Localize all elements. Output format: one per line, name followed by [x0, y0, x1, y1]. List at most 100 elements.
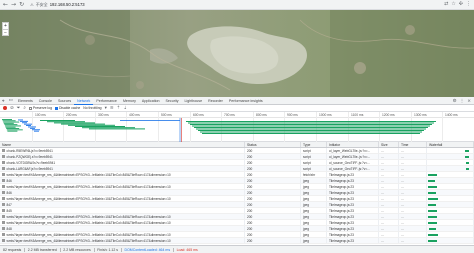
tab-application[interactable]: Application — [139, 97, 163, 105]
tab-recorder[interactable]: Recorder — [205, 97, 226, 105]
more-icon[interactable]: ⋮ — [460, 99, 465, 104]
cell-name: wmts?layer=test%3Amerge_res_4&tilematrix… — [0, 184, 245, 189]
zoom-out-button[interactable]: − — [3, 29, 8, 36]
chevron-down-icon[interactable]: ▾ — [105, 106, 107, 111]
checkbox-unchecked[interactable] — [28, 106, 32, 110]
request-name[interactable]: wmts?layer=test%3Amerge_res_4&tilematrix… — [7, 197, 171, 201]
overview-bar — [5, 125, 21, 127]
request-name[interactable]: 848 — [7, 227, 12, 231]
preserve-log-checkbox[interactable]: Preserve log — [28, 106, 52, 110]
extensions-icon[interactable]: ✣ — [459, 1, 463, 7]
request-name[interactable]: wmts?layer=test%3Amerge_res_4&tilematrix… — [7, 173, 171, 177]
cell-status: 200 — [245, 148, 301, 153]
disable-cache-checkbox[interactable]: Disable cache — [54, 106, 80, 110]
inspect-icon[interactable]: ⌖ — [2, 98, 5, 104]
waterfall-bar — [428, 204, 436, 206]
insecure-icon[interactable]: ⚠ — [30, 2, 34, 7]
timeline-tick-label: 300 ms — [98, 112, 109, 117]
search-icon[interactable]: ⌕ — [23, 105, 26, 111]
divider — [121, 247, 122, 252]
cell-time: ... — [399, 148, 427, 153]
tab-network[interactable]: Network — [74, 97, 94, 105]
cell-status: 200 — [245, 160, 301, 165]
cell-init: Tilelmageop.js:23 — [327, 208, 379, 213]
overview-bar — [120, 120, 180, 121]
device-toolbar-icon[interactable]: ▭ — [9, 98, 13, 103]
throttling-select[interactable]: No throttling — [83, 106, 101, 110]
forward-icon[interactable]: → — [11, 1, 16, 8]
cell-type: script — [301, 154, 327, 159]
col-name[interactable]: Name — [0, 142, 245, 147]
network-overview[interactable]: 100 ms 200 ms 300 ms 400 ms 500 ms 600 ms 700 … — [0, 112, 474, 142]
cell-waterfall — [427, 208, 474, 213]
filter-icon[interactable]: ⏷ — [17, 105, 21, 111]
request-name[interactable]: 846 — [7, 191, 12, 195]
cell-init: Tilelmageop.js:23 — [327, 232, 379, 237]
overview-bar — [6, 128, 20, 129]
cell-type: jpeg — [301, 208, 327, 213]
nav-buttons: ← → ↻ — [3, 1, 24, 8]
tab-performance[interactable]: Performance — [93, 97, 120, 105]
overview-bar — [68, 124, 115, 126]
file-icon — [2, 233, 5, 237]
request-name[interactable]: wmts?layer=test%3Amerge_res_4&tilematrix… — [7, 221, 171, 225]
url-text[interactable]: 192.168.50.2:5173 — [50, 2, 85, 7]
overview-bar — [198, 130, 424, 131]
request-name[interactable]: chunk-R5EWR6Ljs?v=9eeb5941 — [7, 149, 53, 153]
cell-status: 200 — [245, 178, 301, 183]
translate-icon[interactable]: ⇄ — [444, 1, 448, 7]
request-name[interactable]: chunk-LARG6AF.js?v=9eeb5941 — [7, 167, 53, 171]
map-canvas[interactable]: + − — [0, 10, 474, 97]
col-type[interactable]: Type — [301, 142, 327, 147]
tab-memory[interactable]: Memory — [120, 97, 139, 105]
tab-console[interactable]: Console — [36, 97, 55, 105]
cell-init: Tilelmageop.js:23 — [327, 226, 379, 231]
col-status[interactable]: Status — [245, 142, 301, 147]
tab-security[interactable]: Security — [163, 97, 182, 105]
back-icon[interactable]: ← — [3, 1, 8, 8]
request-name[interactable]: chunk-VOTDGBWJs?v=9eeb5941 — [7, 161, 56, 165]
col-waterfall[interactable]: Waterfall — [427, 142, 474, 147]
col-size[interactable]: Size — [379, 142, 399, 147]
tab-sources[interactable]: Sources — [55, 97, 74, 105]
reload-icon[interactable]: ↻ — [19, 1, 24, 8]
col-time[interactable]: Time — [399, 142, 427, 147]
cell-init: Tilelmageop.js:23 — [327, 238, 379, 243]
menu-icon[interactable]: ⋮ — [466, 1, 471, 7]
request-name[interactable]: wmts?layer=test%3Amerge_res_4&tilematrix… — [7, 215, 171, 219]
clear-icon[interactable]: ⊘ — [10, 106, 14, 111]
request-name[interactable]: 845 — [7, 209, 12, 213]
cell-name: 845 — [0, 208, 245, 213]
upload-icon[interactable]: ⇡ — [117, 106, 121, 111]
tab-performance-insights[interactable]: Performance insights — [226, 97, 266, 105]
request-name[interactable]: wmts?layer=test%3Amerge_res_4&tilematrix… — [7, 185, 171, 189]
col-initiator[interactable]: Initiator — [327, 142, 379, 147]
overview-bar — [75, 126, 125, 127]
address-bar[interactable]: ⚠ 不安全 192.168.50.2:5173 — [30, 2, 85, 8]
request-name[interactable]: 846 — [7, 179, 12, 183]
overview-bar — [82, 127, 135, 129]
close-icon[interactable]: × — [467, 99, 471, 104]
table-row[interactable]: wmts?layer=test%3Amerge_res_4&tilematrix… — [0, 238, 474, 244]
tab-lighthouse[interactable]: Lighthouse — [182, 97, 206, 105]
request-name[interactable]: wmts?layer=test%3Amerge_res_4&tilematrix… — [7, 233, 171, 237]
cell-type: jpeg — [301, 184, 327, 189]
settings-icon[interactable]: ⚙ — [453, 99, 457, 104]
file-icon — [2, 221, 5, 225]
cell-status: 200 — [245, 220, 301, 225]
tab-elements[interactable]: Elements — [15, 97, 36, 105]
cell-init: Tilelmageop.js:23 — [327, 190, 379, 195]
record-icon[interactable] — [3, 106, 7, 110]
request-name[interactable]: 847 — [7, 203, 12, 207]
request-name[interactable]: chunk-PZQWGEj.s?v=9eeb5941 — [7, 155, 53, 159]
bookmark-icon[interactable]: ☆ — [451, 1, 455, 7]
checkbox-checked[interactable] — [54, 106, 58, 110]
cell-waterfall — [427, 172, 474, 177]
cell-name: 846 — [0, 178, 245, 183]
wifi-icon[interactable]: ≋ — [110, 106, 114, 111]
request-name[interactable]: wmts?layer=test%3Amerge_res_4&tilematrix… — [7, 239, 171, 243]
overview-bar — [28, 126, 36, 128]
cell-type: jpeg — [301, 220, 327, 225]
timeline-tick-label: 1400 ms — [445, 112, 458, 117]
download-icon[interactable]: ⇣ — [123, 106, 127, 111]
